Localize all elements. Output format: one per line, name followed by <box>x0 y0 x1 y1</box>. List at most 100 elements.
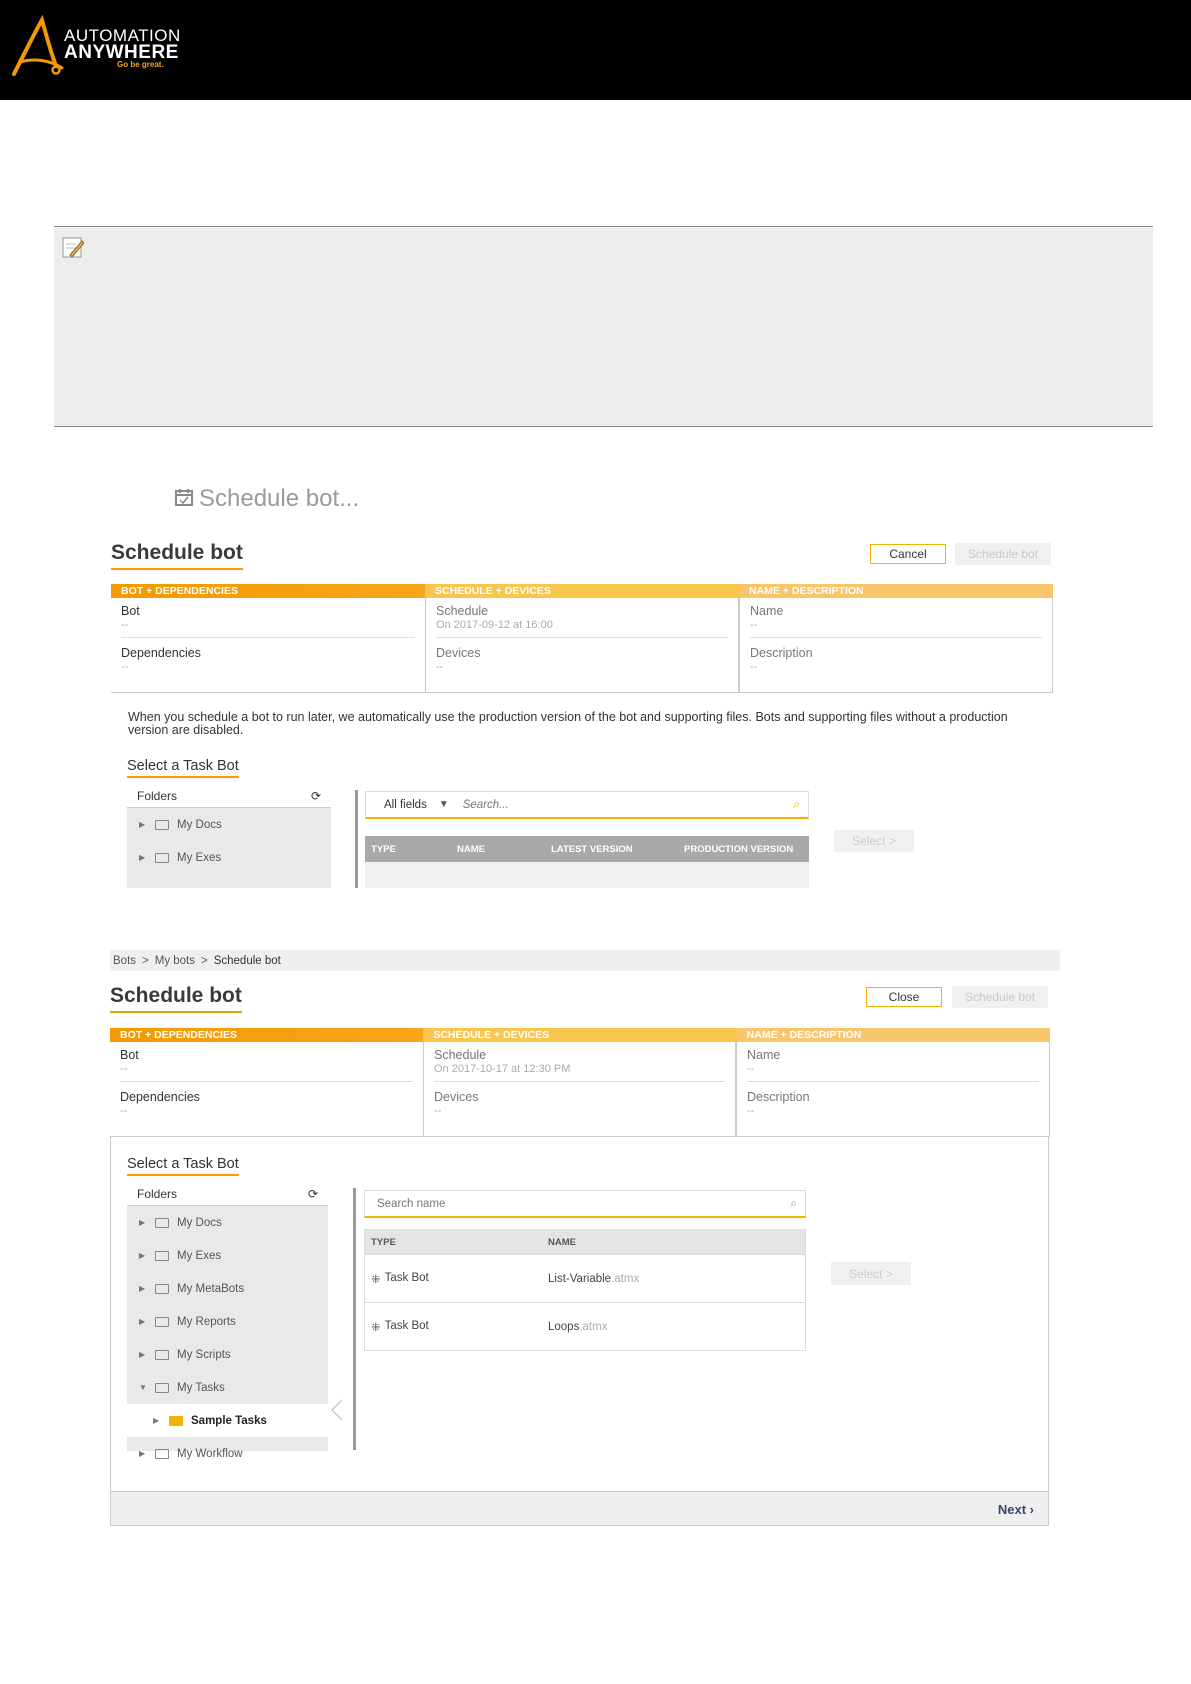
breadcrumb-separator: > <box>142 954 149 967</box>
folder-icon <box>155 1283 169 1294</box>
task-bot-icon: ⁜ <box>371 1321 381 1334</box>
devices-label: Devices <box>434 1090 479 1104</box>
folder-item[interactable]: ▶ My Scripts <box>127 1338 328 1371</box>
name-label: Name <box>747 1048 781 1062</box>
select-button[interactable]: Select > <box>834 830 914 852</box>
chevron-right-icon: › <box>1029 1502 1034 1517</box>
breadcrumb-current: Schedule bot <box>213 954 281 967</box>
table-header: TYPE NAME LATEST VERSION PRODUCTION VERS… <box>365 836 809 862</box>
bot-label: Bot <box>121 604 140 618</box>
refresh-icon[interactable]: ⟳ <box>311 789 321 803</box>
bot-label: Bot <box>120 1048 139 1062</box>
dependencies-value: -- <box>120 1105 128 1117</box>
panel-divider <box>355 790 358 888</box>
folder-icon <box>155 819 169 830</box>
column-production-version[interactable]: PRODUCTION VERSION <box>684 844 793 855</box>
expand-arrow-icon[interactable]: ▶ <box>139 1251 147 1260</box>
next-button[interactable]: Next › <box>998 1502 1034 1517</box>
search-bar[interactable]: All fields ▼ ⌕ <box>365 791 809 819</box>
expand-arrow-icon[interactable]: ▶ <box>139 853 147 862</box>
folder-item[interactable]: ▶ My Docs <box>127 808 331 841</box>
row-extension: .atmx <box>579 1320 608 1333</box>
expand-arrow-icon[interactable]: ▶ <box>139 1317 147 1326</box>
devices-label: Devices <box>436 646 481 660</box>
schedule-devices-card: Schedule On 2017-10-17 at 12:30 PM Devic… <box>423 1042 736 1137</box>
schedule-bot-button[interactable]: Schedule bot <box>952 986 1048 1008</box>
table-row[interactable]: ⁜ Task Bot List-Variable.atmx <box>364 1255 806 1303</box>
folders-label: Folders <box>137 789 178 803</box>
schedule-bot-button[interactable]: Schedule bot <box>955 543 1051 565</box>
close-button[interactable]: Close <box>866 987 942 1007</box>
folder-item[interactable]: ▶ My Exes <box>127 1239 328 1272</box>
step-name-description[interactable]: NAME + DESCRIPTION <box>739 584 1053 598</box>
column-name[interactable]: NAME <box>548 1237 576 1248</box>
name-value: -- <box>750 619 758 631</box>
select-button[interactable]: Select > <box>831 1262 911 1285</box>
folder-label: My Tasks <box>177 1381 225 1394</box>
step-bot-dependencies[interactable]: BOT + DEPENDENCIES <box>111 584 425 598</box>
step-bar: BOT + DEPENDENCIES SCHEDULE + DEVICES NA… <box>110 1028 1050 1042</box>
folder-item[interactable]: ▶ My Workflow <box>127 1437 328 1470</box>
folder-icon <box>155 1448 169 1459</box>
name-label: Name <box>750 604 784 618</box>
dependencies-label: Dependencies <box>120 1090 200 1104</box>
row-name: List-Variable <box>548 1272 612 1285</box>
column-type[interactable]: TYPE <box>365 844 457 855</box>
subfolder-item-selected[interactable]: ▶ Sample Tasks <box>127 1404 328 1437</box>
folder-icon <box>155 1316 169 1327</box>
expand-arrow-icon[interactable]: ▶ <box>153 1416 161 1425</box>
production-version-info: When you schedule a bot to run later, we… <box>128 710 1008 737</box>
expand-arrow-icon[interactable]: ▶ <box>139 1284 147 1293</box>
next-label: Next <box>997 1502 1027 1517</box>
folders-header: Folders ⟳ <box>127 1183 328 1206</box>
breadcrumb-my-bots[interactable]: My bots <box>155 955 195 967</box>
devices-value: -- <box>436 661 444 673</box>
devices-value: -- <box>434 1105 442 1117</box>
dropdown-arrow-icon[interactable]: ▼ <box>439 799 449 810</box>
search-icon[interactable]: ⌕ <box>790 1196 805 1211</box>
name-value: -- <box>747 1063 755 1075</box>
search-input[interactable] <box>375 1196 791 1211</box>
column-latest-version[interactable]: LATEST VERSION <box>551 844 684 855</box>
folder-label: My Docs <box>177 1216 222 1229</box>
expand-arrow-icon[interactable]: ▶ <box>139 1218 147 1227</box>
automation-anywhere-logo-icon <box>12 14 64 76</box>
field-filter-select[interactable]: All fields <box>366 799 427 811</box>
search-icon[interactable]: ⌕ <box>793 797 808 812</box>
breadcrumb: Bots > My bots > Schedule bot <box>110 950 1060 971</box>
folder-item[interactable]: ▶ My Exes <box>127 841 331 874</box>
step-schedule-devices[interactable]: SCHEDULE + DEVICES <box>425 584 739 598</box>
frame-border <box>110 1137 111 1500</box>
schedule-bot-link[interactable]: Schedule bot... <box>199 485 359 513</box>
open-folder-icon <box>155 1382 169 1393</box>
cancel-button[interactable]: Cancel <box>870 544 946 564</box>
refresh-icon[interactable]: ⟳ <box>308 1187 318 1201</box>
folder-icon <box>169 1415 183 1426</box>
step-name-description[interactable]: NAME + DESCRIPTION <box>736 1028 1050 1042</box>
expand-arrow-icon[interactable]: ▶ <box>139 820 147 829</box>
column-type[interactable]: TYPE <box>365 1237 548 1248</box>
table-header: TYPE NAME <box>364 1229 806 1255</box>
row-type: Task Bot <box>384 1319 429 1332</box>
search-bar[interactable]: ⌕ <box>364 1190 806 1218</box>
folder-item[interactable]: ▶ My Docs <box>127 1206 328 1239</box>
row-type: Task Bot <box>384 1271 429 1284</box>
search-input[interactable] <box>460 797 794 812</box>
step-bot-dependencies[interactable]: BOT + DEPENDENCIES <box>110 1028 424 1042</box>
folder-label: My Reports <box>177 1315 236 1328</box>
table-row[interactable]: ⁜ Task Bot Loops.atmx <box>364 1303 806 1351</box>
expand-arrow-icon[interactable]: ▶ <box>139 1350 147 1359</box>
footer-bar: Next › <box>110 1491 1049 1526</box>
folder-item[interactable]: ▶ My MetaBots <box>127 1272 328 1305</box>
step-schedule-devices[interactable]: SCHEDULE + DEVICES <box>423 1028 737 1042</box>
breadcrumb-separator: > <box>201 954 208 967</box>
collapse-arrow-icon[interactable]: ▼ <box>139 1383 147 1392</box>
row-extension: .atmx <box>611 1272 640 1285</box>
folder-item-expanded[interactable]: ▼ My Tasks <box>127 1371 328 1404</box>
bot-dependencies-card: Bot -- Dependencies -- <box>110 1042 423 1137</box>
expand-arrow-icon[interactable]: ▶ <box>139 1449 147 1458</box>
folder-item[interactable]: ▶ My Reports <box>127 1305 328 1338</box>
column-name[interactable]: NAME <box>457 844 551 855</box>
breadcrumb-bots[interactable]: Bots <box>113 955 136 967</box>
brand-tagline: Go be great. <box>117 60 164 69</box>
